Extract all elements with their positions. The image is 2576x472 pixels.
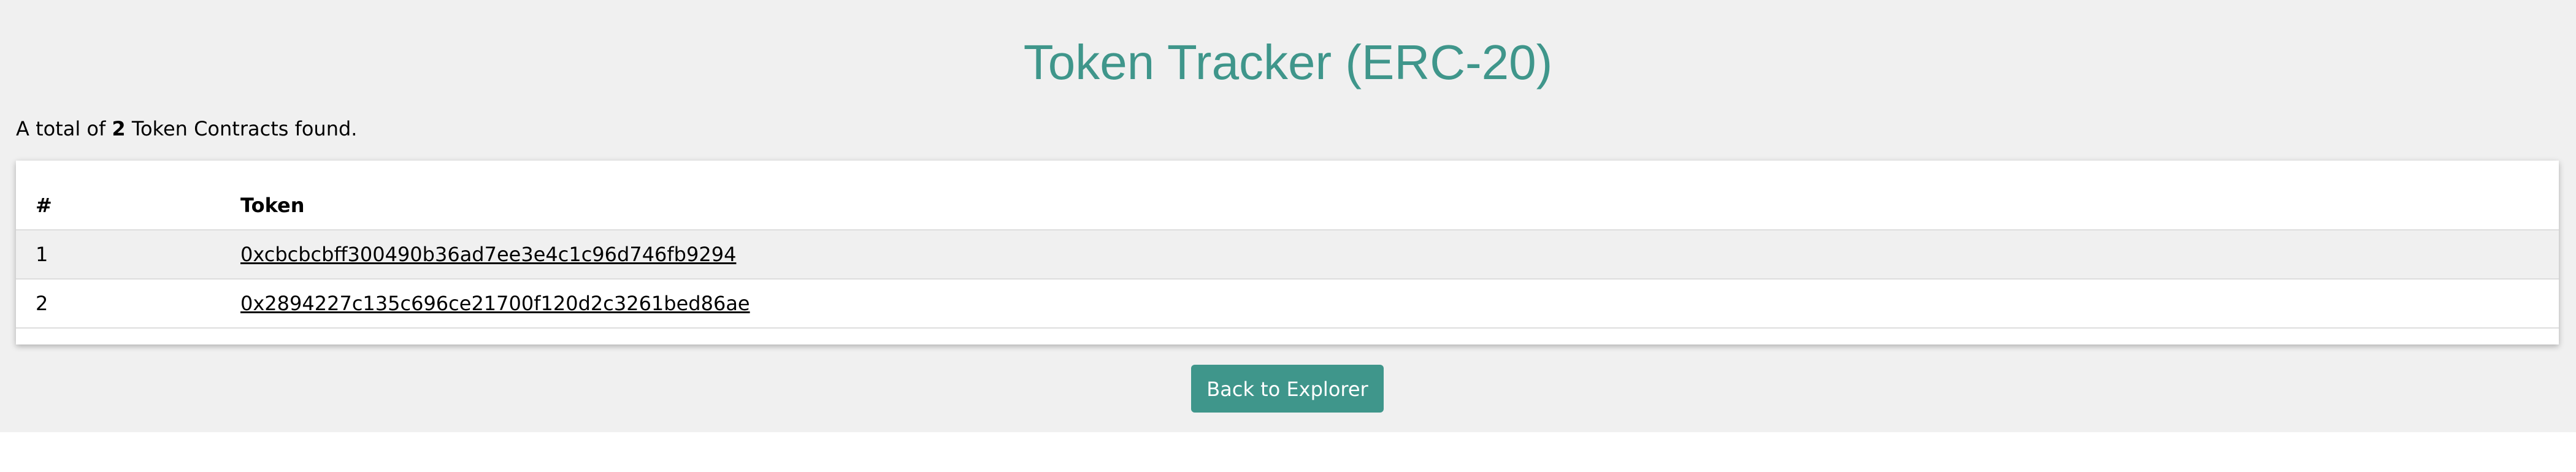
token-count-summary: A total of 2 Token Contracts found. xyxy=(16,116,357,141)
table-row: 2 0x2894227c135c696ce21700f120d2c3261bed… xyxy=(16,279,2559,329)
page-background: Token Tracker (ERC-20) A total of 2 Toke… xyxy=(0,0,2576,432)
row-index: 2 xyxy=(16,279,240,329)
token-cell: 0x2894227c135c696ce21700f120d2c3261bed86… xyxy=(240,279,2559,329)
table-row: 1 0xcbcbcbff300490b36ad7ee3e4c1c96d746fb… xyxy=(16,230,2559,280)
column-header-index: # xyxy=(16,181,240,230)
token-address-link[interactable]: 0x2894227c135c696ce21700f120d2c3261bed86… xyxy=(240,292,750,315)
token-count: 2 xyxy=(112,117,126,140)
token-cell: 0xcbcbcbff300490b36ad7ee3e4c1c96d746fb92… xyxy=(240,230,2559,280)
token-address-link[interactable]: 0xcbcbcbff300490b36ad7ee3e4c1c96d746fb92… xyxy=(240,243,736,266)
row-index: 1 xyxy=(16,230,240,280)
summary-suffix: Token Contracts found. xyxy=(131,117,358,140)
page-title: Token Tracker (ERC-20) xyxy=(1023,35,1553,89)
column-header-token: Token xyxy=(240,181,2559,230)
summary-prefix: A total of xyxy=(16,117,106,140)
table-header-row: # Token xyxy=(16,181,2559,230)
token-table-card: # Token 1 0xcbcbcbff300490b36ad7ee3e4c1c… xyxy=(16,161,2559,344)
token-table: # Token 1 0xcbcbcbff300490b36ad7ee3e4c1c… xyxy=(16,181,2559,329)
back-to-explorer-button[interactable]: Back to Explorer xyxy=(1191,365,1384,413)
